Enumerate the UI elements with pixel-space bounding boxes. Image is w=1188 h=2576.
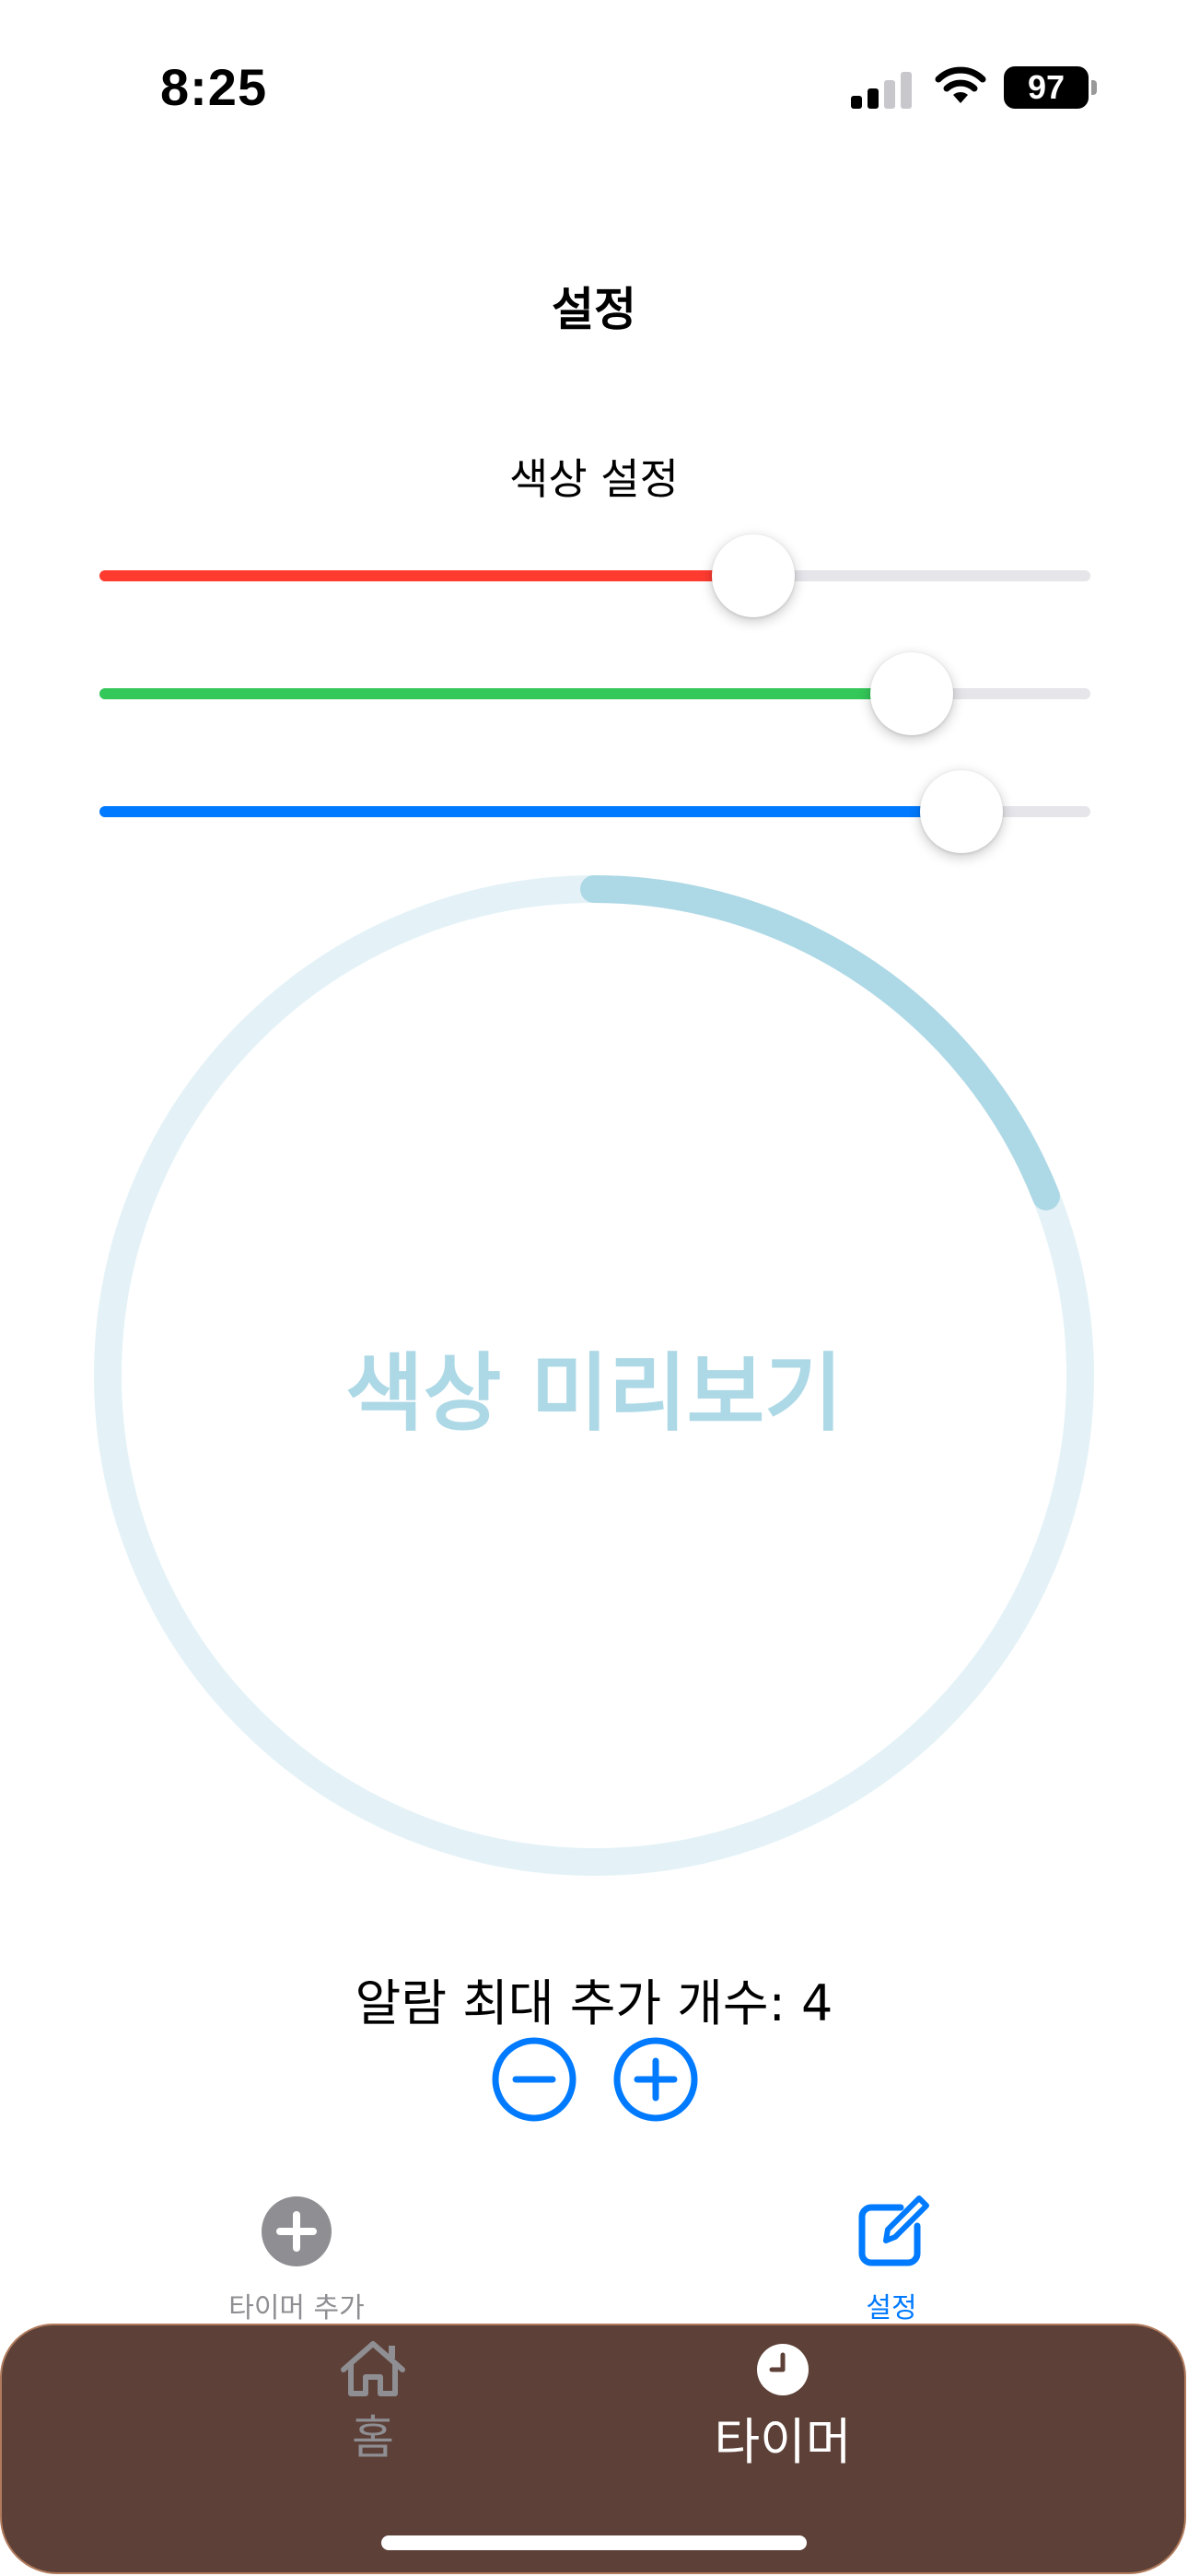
status-time: 8:25 (160, 58, 268, 116)
wifi-icon (935, 66, 986, 103)
tab-add-timer[interactable]: 타이머 추가 (177, 2195, 416, 2324)
bottom-item-timer-label: 타이머 (714, 2413, 852, 2471)
alarm-max-count-label: 알람 최대 추가 개수: 4 (355, 1974, 833, 2032)
color-preview-label: 색상 미리보기 (345, 1344, 843, 1443)
minus-circle-icon (492, 2037, 577, 2122)
plus-circle-fill-icon (262, 2196, 332, 2266)
page-title: 설정 (552, 283, 636, 336)
slider-thumb[interactable] (712, 534, 796, 617)
bottom-item-home[interactable]: 홈 (318, 2340, 428, 2465)
battery-level: 97 (1004, 66, 1089, 109)
battery-nub (1091, 80, 1097, 95)
slider-fill (99, 806, 962, 817)
blue-slider[interactable] (99, 770, 1090, 853)
slider-fill (99, 688, 913, 699)
tab-settings[interactable]: 설정 (772, 2195, 1011, 2324)
tab-add-timer-label: 타이머 추가 (228, 2292, 365, 2324)
green-slider[interactable] (99, 652, 1090, 735)
decrement-button[interactable] (490, 2035, 578, 2124)
plus-circle-icon (613, 2037, 698, 2122)
tab-settings-label: 설정 (866, 2292, 917, 2324)
increment-button[interactable] (611, 2035, 700, 2124)
slider-thumb[interactable] (920, 770, 1004, 853)
cellular-signal-icon (851, 72, 912, 109)
red-slider[interactable] (99, 534, 1090, 617)
bottom-item-timer[interactable]: 타이머 (709, 2340, 856, 2471)
square-and-pencil-icon (858, 2195, 929, 2266)
bottom-item-home-label: 홈 (352, 2411, 394, 2465)
house-icon (341, 2341, 405, 2396)
clock-icon (757, 2344, 809, 2395)
slider-thumb[interactable] (870, 652, 954, 735)
slider-fill (99, 570, 754, 581)
home-indicator (381, 2535, 807, 2550)
color-settings-title: 색상 설정 (509, 454, 679, 504)
